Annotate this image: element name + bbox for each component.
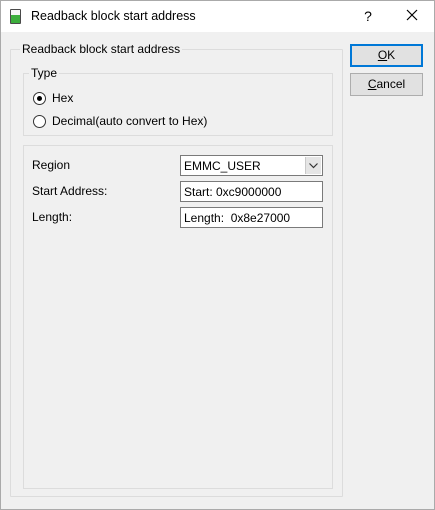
length-value: Length: 0x8e27000 [184, 211, 291, 225]
length-input[interactable]: Length: 0x8e27000 [180, 207, 323, 228]
dialog-window: Readback block start address ? Readback … [0, 0, 435, 510]
cancel-label-rest: ancel [376, 77, 406, 91]
radio-hex[interactable]: Hex [33, 91, 73, 105]
app-icon [10, 9, 21, 24]
length-label: Length: [32, 210, 73, 224]
region-dropdown-button[interactable] [305, 157, 321, 174]
chevron-down-icon [309, 163, 318, 169]
radio-decimal[interactable]: Decimal(auto convert to Hex) [33, 114, 207, 128]
help-button[interactable]: ? [357, 6, 379, 26]
close-icon [406, 9, 418, 21]
radio-hex-label: Hex [52, 91, 74, 105]
type-group-legend: Type [29, 66, 60, 80]
region-label: Region [32, 158, 71, 172]
ok-label-rest: K [387, 48, 396, 62]
region-select-value: EMMC_USER [184, 159, 261, 173]
window-title: Readback block start address [31, 9, 196, 23]
start-address-label: Start Address: [32, 184, 108, 198]
readback-group-legend: Readback block start address [20, 42, 183, 56]
ok-button[interactable]: OK [350, 44, 423, 67]
radio-hex-indicator[interactable] [33, 91, 46, 105]
close-button[interactable] [399, 6, 425, 26]
title-bar[interactable]: Readback block start address ? [1, 1, 434, 32]
radio-decimal-label: Decimal(auto convert to Hex) [52, 114, 208, 128]
start-address-input[interactable]: Start: 0xc9000000 [180, 181, 323, 202]
radio-decimal-indicator[interactable] [33, 114, 46, 128]
region-select[interactable]: EMMC_USER [180, 155, 323, 176]
start-address-value: Start: 0xc9000000 [184, 185, 282, 199]
ok-mnemonic: O [377, 48, 388, 62]
cancel-button[interactable]: Cancel [350, 73, 423, 96]
